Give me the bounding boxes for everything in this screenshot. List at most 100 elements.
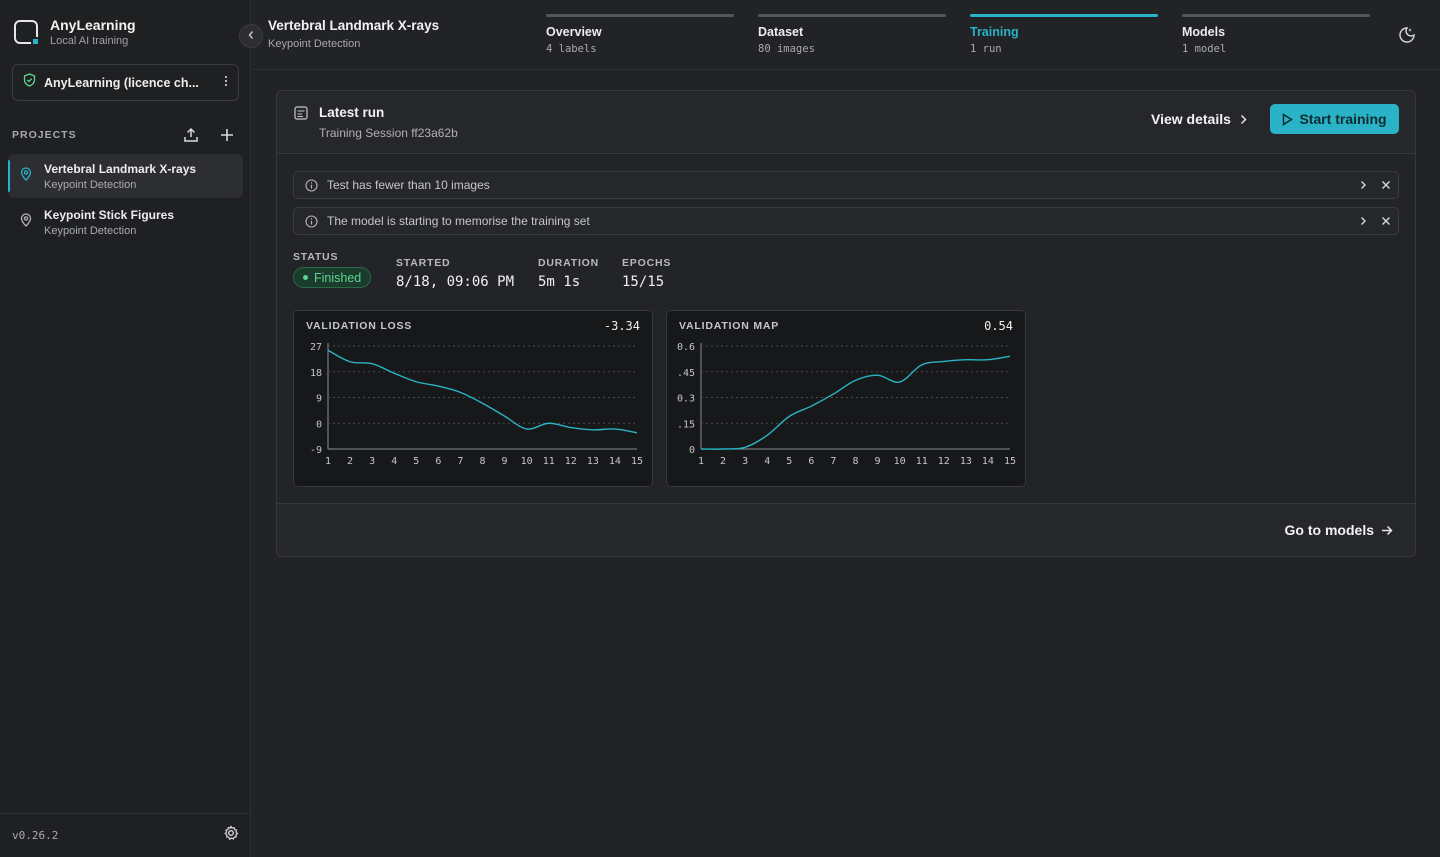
chart-title: VALIDATION MAP: [679, 320, 780, 332]
x-tick-label: 11: [916, 456, 928, 467]
x-tick-label: 7: [830, 456, 836, 467]
project-item-stick-figures[interactable]: Keypoint Stick Figures Keypoint Detectio…: [8, 200, 243, 244]
app-logo-icon: [14, 20, 40, 46]
x-tick-label: 10: [521, 456, 533, 467]
more-vertical-icon[interactable]: [224, 74, 228, 92]
x-tick-label: 5: [413, 456, 419, 467]
go-to-models-link[interactable]: Go to models: [1285, 522, 1393, 538]
x-tick-label: 12: [565, 456, 577, 467]
x-tick-label: 14: [982, 456, 994, 467]
tab-title: Models: [1182, 25, 1226, 39]
tab-training[interactable]: Training 1 run: [970, 14, 1158, 55]
y-tick-label: .45: [677, 368, 695, 379]
x-tick-label: 3: [369, 456, 375, 467]
x-tick-label: 14: [609, 456, 621, 467]
theme-toggle-icon[interactable]: [1398, 26, 1416, 44]
warning-text: Test has fewer than 10 images: [327, 178, 490, 192]
x-tick-label: 1: [325, 456, 331, 467]
x-tick-label: 8: [479, 456, 485, 467]
licence-label: AnyLearning (licence ch...: [44, 75, 199, 90]
x-tick-label: 4: [391, 456, 397, 467]
sidebar-footer: v0.26.2: [0, 813, 251, 857]
app-name: AnyLearning: [50, 17, 136, 33]
x-tick-label: 12: [938, 456, 950, 467]
y-tick-label: 27: [310, 342, 322, 353]
project-name: Vertebral Landmark X-rays: [44, 161, 197, 176]
stat-value: 15/15: [622, 274, 665, 290]
collapse-sidebar-button[interactable]: [239, 24, 263, 48]
run-stats: STATUS Finished STARTED 8/18, 09:06 PM D…: [293, 251, 993, 301]
tab-title: Training: [970, 25, 1019, 39]
x-tick-label: 8: [852, 456, 858, 467]
tab-dataset[interactable]: Dataset 80 images: [758, 14, 946, 55]
projects-label: PROJECTS: [12, 129, 77, 141]
y-tick-label: .15: [677, 419, 695, 430]
y-tick-label: 18: [310, 368, 322, 379]
latest-run-card: Latest run Training Session ff23a62b Vie…: [276, 90, 1416, 557]
tab-subtitle: 80 images: [758, 43, 815, 55]
info-icon: [305, 178, 318, 192]
projects-header: PROJECTS: [12, 126, 237, 144]
location-pin-icon: [20, 166, 32, 186]
stat-label: STARTED: [396, 257, 451, 269]
x-tick-label: 6: [435, 456, 441, 467]
start-training-label: Start training: [1299, 111, 1387, 127]
upload-icon[interactable]: [181, 126, 201, 144]
series-line: [327, 349, 638, 434]
page-subtitle: Keypoint Detection: [268, 38, 361, 50]
run-session: Training Session ff23a62b: [319, 126, 458, 140]
validation-loss-chart: 27 18 9 0 -9 1 2 3 4 5 6 7 8 9 10 11 12 13 14 15 VALIDATION…: [293, 310, 653, 487]
project-type: Keypoint Detection: [44, 224, 137, 237]
stat-label: EPOCHS: [622, 257, 672, 269]
validation-map-chart: 0.6.45 0.3.15 0 1 2 3 4 5 6 7 8 9 10 11 12 13 14 15 VALID…: [666, 310, 1026, 487]
add-project-icon[interactable]: [217, 126, 237, 144]
project-name: Keypoint Stick Figures: [44, 207, 175, 222]
y-tick-label: 0: [689, 445, 695, 456]
brand: AnyLearning Local AI training: [14, 17, 136, 47]
chevron-right-icon: [1240, 114, 1247, 125]
start-training-button[interactable]: Start training: [1270, 104, 1399, 134]
chevron-right-icon[interactable]: [1352, 174, 1374, 196]
tab-subtitle: 1 model: [1182, 43, 1227, 55]
view-details-link[interactable]: View details: [1151, 111, 1247, 127]
x-tick-label: 13: [587, 456, 599, 467]
arrow-right-icon: [1374, 525, 1393, 536]
status-value: Finished: [314, 270, 362, 285]
card-header: Latest run Training Session ff23a62b Vie…: [277, 91, 1415, 154]
y-tick-label: 0.3: [677, 394, 695, 405]
y-tick-label: 0.6: [677, 342, 695, 353]
x-tick-label: 9: [502, 456, 508, 467]
tab-subtitle: 1 run: [970, 43, 1002, 55]
shield-check-icon: [23, 73, 36, 92]
stat-duration: DURATION 5m 1s: [538, 257, 599, 290]
page-title: Vertebral Landmark X-rays: [268, 18, 440, 33]
version-label: v0.26.2: [12, 829, 59, 842]
chart-latest-value: 0.54: [984, 319, 1013, 333]
tab-overview[interactable]: Overview 4 labels: [546, 14, 734, 55]
tab-models[interactable]: Models 1 model: [1182, 14, 1370, 55]
x-tick-label: 4: [764, 456, 770, 467]
warning-row[interactable]: Test has fewer than 10 images: [293, 171, 1399, 199]
x-tick-label: 9: [875, 456, 881, 467]
close-icon[interactable]: [1375, 210, 1397, 232]
top-bar: Vertebral Landmark X-rays Keypoint Detec…: [252, 0, 1440, 70]
warning-row[interactable]: The model is starting to memorise the tr…: [293, 207, 1399, 235]
x-tick-label: 15: [1004, 456, 1016, 467]
chevron-right-icon[interactable]: [1352, 210, 1374, 232]
licence-selector[interactable]: AnyLearning (licence ch...: [12, 64, 239, 101]
series-line: [700, 355, 1011, 450]
app-subtitle: Local AI training: [50, 35, 129, 47]
close-icon[interactable]: [1375, 174, 1397, 196]
x-tick-label: 6: [808, 456, 814, 467]
y-tick-label: -9: [310, 445, 322, 456]
x-tick-label: 10: [894, 456, 906, 467]
location-pin-icon: [20, 212, 32, 232]
x-tick-label: 5: [786, 456, 792, 467]
x-tick-label: 2: [720, 456, 726, 467]
x-tick-label: 11: [543, 456, 555, 467]
project-item-vertebral[interactable]: Vertebral Landmark X-rays Keypoint Detec…: [8, 154, 243, 198]
info-icon: [305, 214, 318, 228]
x-tick-label: 15: [631, 456, 643, 467]
go-to-models-label: Go to models: [1284, 522, 1374, 538]
settings-gear-icon[interactable]: [223, 825, 239, 846]
